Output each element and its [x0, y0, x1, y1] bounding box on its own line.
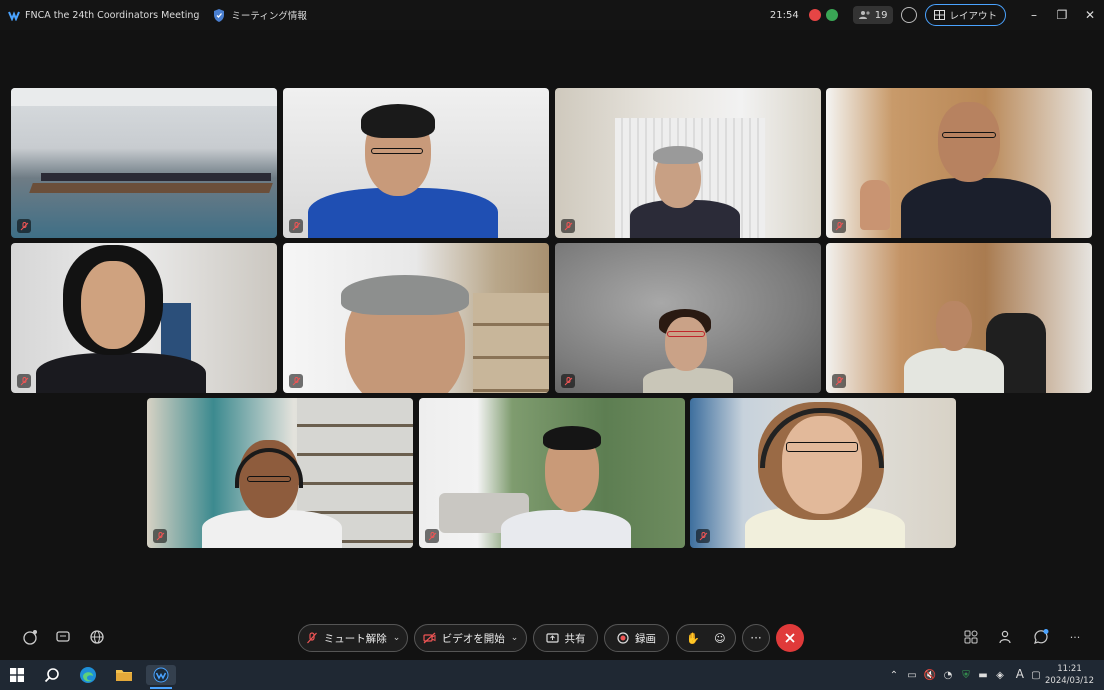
- taskbar-time: 11:21: [1057, 664, 1082, 674]
- start-video-label: ビデオを開始: [441, 632, 505, 645]
- windows-taskbar: ⌃ ▭ 🔇 ◔ ⛨ ▬ ◈ A ▢ 11:21 2024/03/12: [0, 660, 1104, 690]
- grid-layout-icon: [934, 10, 946, 20]
- muted-mic-icon: [425, 529, 439, 543]
- taskbar-date: 2024/03/12: [1045, 676, 1094, 686]
- muted-mic-icon: [17, 219, 31, 233]
- participants-panel-icon[interactable]: [997, 628, 1015, 646]
- start-video-button[interactable]: ビデオを開始 ⌄: [414, 624, 527, 652]
- meeting-clock: 21:54: [769, 9, 799, 21]
- close-icon: [785, 633, 795, 643]
- muted-mic-icon: [561, 374, 575, 388]
- battery-icon[interactable]: ▭: [902, 665, 922, 685]
- chat-panel-icon[interactable]: [1032, 628, 1050, 646]
- edge-browser-icon[interactable]: [78, 665, 98, 685]
- chevron-up-icon[interactable]: ⌃: [884, 665, 904, 685]
- windows-start-icon[interactable]: [7, 665, 27, 685]
- chat-icon[interactable]: [54, 628, 72, 646]
- conference-room-scene: [11, 88, 277, 238]
- speaker-mute-icon[interactable]: 🔇: [920, 665, 940, 685]
- video-off-icon: [423, 632, 436, 644]
- reactions-icon[interactable]: [21, 628, 39, 646]
- app-title: FNCA the 24th Coordinators Meeting: [8, 9, 199, 21]
- restore-icon[interactable]: ❐: [1048, 8, 1076, 22]
- webex-logo-icon: [8, 11, 20, 21]
- search-icon[interactable]: [42, 665, 62, 685]
- video-tile-participant-woman-dark-hair[interactable]: [11, 243, 277, 393]
- participants-count: 19: [874, 9, 888, 21]
- title-bar: FNCA the 24th Coordinators Meeting ミーティン…: [0, 0, 1104, 30]
- muted-mic-icon: [306, 632, 317, 644]
- muted-mic-icon: [696, 529, 710, 543]
- app-title-text: FNCA the 24th Coordinators Meeting: [25, 9, 200, 21]
- video-tile-participant-gray-hair[interactable]: [283, 243, 549, 393]
- video-tile-conference-room[interactable]: [11, 88, 277, 238]
- unmute-button[interactable]: ミュート解除 ⌄: [298, 624, 408, 652]
- muted-mic-icon: [153, 529, 167, 543]
- more-icon: ···: [750, 631, 762, 645]
- layout-button[interactable]: レイアウト: [925, 4, 1006, 26]
- raise-hand-icon[interactable]: ✋: [686, 632, 700, 645]
- layout-label: レイアウト: [949, 11, 997, 22]
- chevron-down-icon[interactable]: ⌄: [393, 633, 401, 643]
- recording-status-icon: [808, 9, 821, 21]
- share-label: 共有: [564, 632, 586, 645]
- share-button[interactable]: 共有: [533, 624, 598, 652]
- shield-icon: [214, 8, 225, 22]
- video-tile-participant-office-elder[interactable]: [555, 88, 821, 238]
- record-icon: [617, 632, 629, 644]
- muted-mic-icon: [832, 219, 846, 233]
- active-app-indicator: [150, 687, 172, 689]
- muted-mic-icon: [289, 374, 303, 388]
- unmute-label: ミュート解除: [323, 632, 387, 645]
- more-panel-icon[interactable]: ···: [1066, 628, 1084, 646]
- muted-mic-icon: [17, 374, 31, 388]
- video-tile-participant-red-glasses[interactable]: [555, 243, 821, 393]
- close-icon[interactable]: ✕: [1076, 8, 1104, 22]
- emoji-reaction-icon[interactable]: ☺: [714, 632, 725, 645]
- muted-mic-icon: [561, 219, 575, 233]
- leave-meeting-button[interactable]: [776, 624, 804, 652]
- hand-reaction-group: ✋ ☺: [676, 624, 736, 652]
- more-options-button[interactable]: ···: [742, 624, 770, 652]
- connection-status-icon: [825, 9, 838, 21]
- record-button[interactable]: 録画: [604, 624, 669, 652]
- video-tile-participant-suit-trees[interactable]: [419, 398, 685, 548]
- participants-button[interactable]: 19: [852, 6, 894, 24]
- wifi-icon[interactable]: ◔: [938, 665, 958, 685]
- share-screen-icon: [545, 632, 559, 643]
- webex-taskbar-icon[interactable]: [146, 665, 176, 685]
- video-tile-participant-blue-shirt[interactable]: [283, 88, 549, 238]
- meeting-info-button[interactable]: ミーティング情報: [213, 8, 307, 22]
- notification-icon[interactable]: ▢: [1026, 665, 1046, 685]
- record-label: 録画: [635, 632, 656, 645]
- minimize-icon[interactable]: –: [1020, 8, 1048, 22]
- video-tile-participant-headset-woman[interactable]: [690, 398, 956, 548]
- chevron-down-icon[interactable]: ⌄: [511, 633, 519, 643]
- participants-icon: [858, 11, 870, 19]
- apps-icon[interactable]: [962, 628, 980, 646]
- meeting-toolbar: ミュート解除 ⌄ ビデオを開始 ⌄ 共有 録画 ✋ ☺ ··· ···: [0, 620, 1104, 656]
- search-icon[interactable]: [901, 7, 918, 23]
- meeting-info-label: ミーティング情報: [231, 11, 307, 22]
- taskbar-clock[interactable]: 11:21 2024/03/12: [1045, 663, 1094, 687]
- file-explorer-icon[interactable]: [114, 665, 134, 685]
- video-tile-participant-waving[interactable]: [826, 88, 1092, 238]
- tray-app-icon[interactable]: ◈: [990, 665, 1010, 685]
- video-tile-participant-headset-man[interactable]: [147, 398, 413, 548]
- muted-mic-icon: [832, 374, 846, 388]
- input-method-indicator[interactable]: A: [1016, 667, 1024, 681]
- globe-icon[interactable]: [88, 628, 106, 646]
- video-tile-participant-white-shirt[interactable]: [826, 243, 1092, 393]
- muted-mic-icon: [289, 219, 303, 233]
